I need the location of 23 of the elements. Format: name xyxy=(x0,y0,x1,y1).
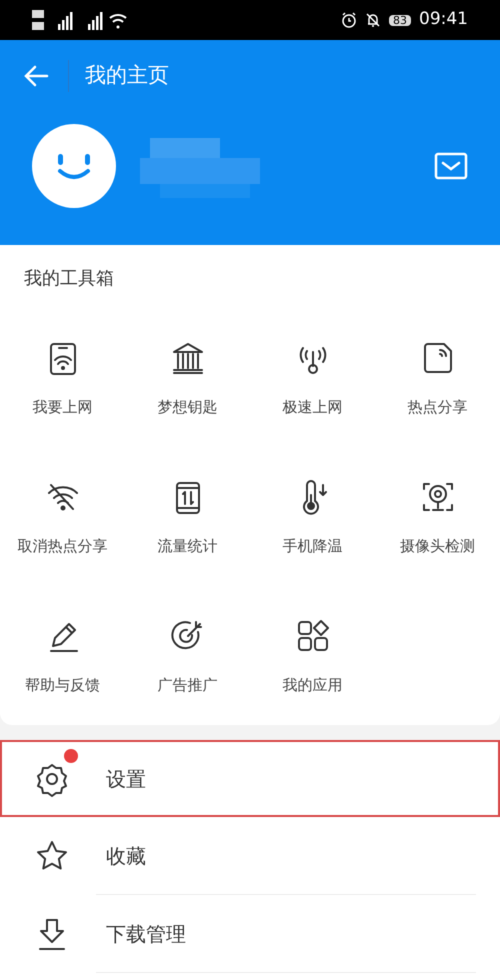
tool-item[interactable]: 我的应用 xyxy=(250,598,375,737)
menu-row[interactable]: 下载管理 xyxy=(0,895,500,972)
menu-row[interactable]: 设置 xyxy=(0,740,500,817)
tool-item[interactable]: 广告推广 xyxy=(125,598,250,737)
page-title: 我的主页 xyxy=(85,62,169,90)
menu-row[interactable]: 收藏 xyxy=(0,817,500,894)
tool-item[interactable]: 帮助与反馈 xyxy=(0,598,125,737)
clock-time: 09:41 xyxy=(419,8,468,32)
bell-off-icon xyxy=(365,12,381,28)
mail-icon[interactable] xyxy=(434,152,468,180)
avatar-smile-icon[interactable] xyxy=(32,124,116,208)
back-arrow-icon xyxy=(23,65,49,87)
tool-item[interactable]: 流量统计 xyxy=(125,459,250,598)
tool-item[interactable]: 我要上网 xyxy=(0,320,125,459)
tool-item[interactable]: 手机降温 xyxy=(250,459,375,598)
section-title: 我的工具箱 xyxy=(24,268,114,289)
tool-item[interactable]: 取消热点分享 xyxy=(0,459,125,598)
battery-level: 83 xyxy=(389,14,411,26)
tool-item[interactable]: 摄像头检测 xyxy=(375,459,500,598)
tool-item[interactable]: 热点分享 xyxy=(375,320,500,459)
tool-item[interactable]: 梦想钥匙 xyxy=(125,320,250,459)
alarm-icon xyxy=(341,12,357,28)
tool-item[interactable]: 极速上网 xyxy=(250,320,375,459)
